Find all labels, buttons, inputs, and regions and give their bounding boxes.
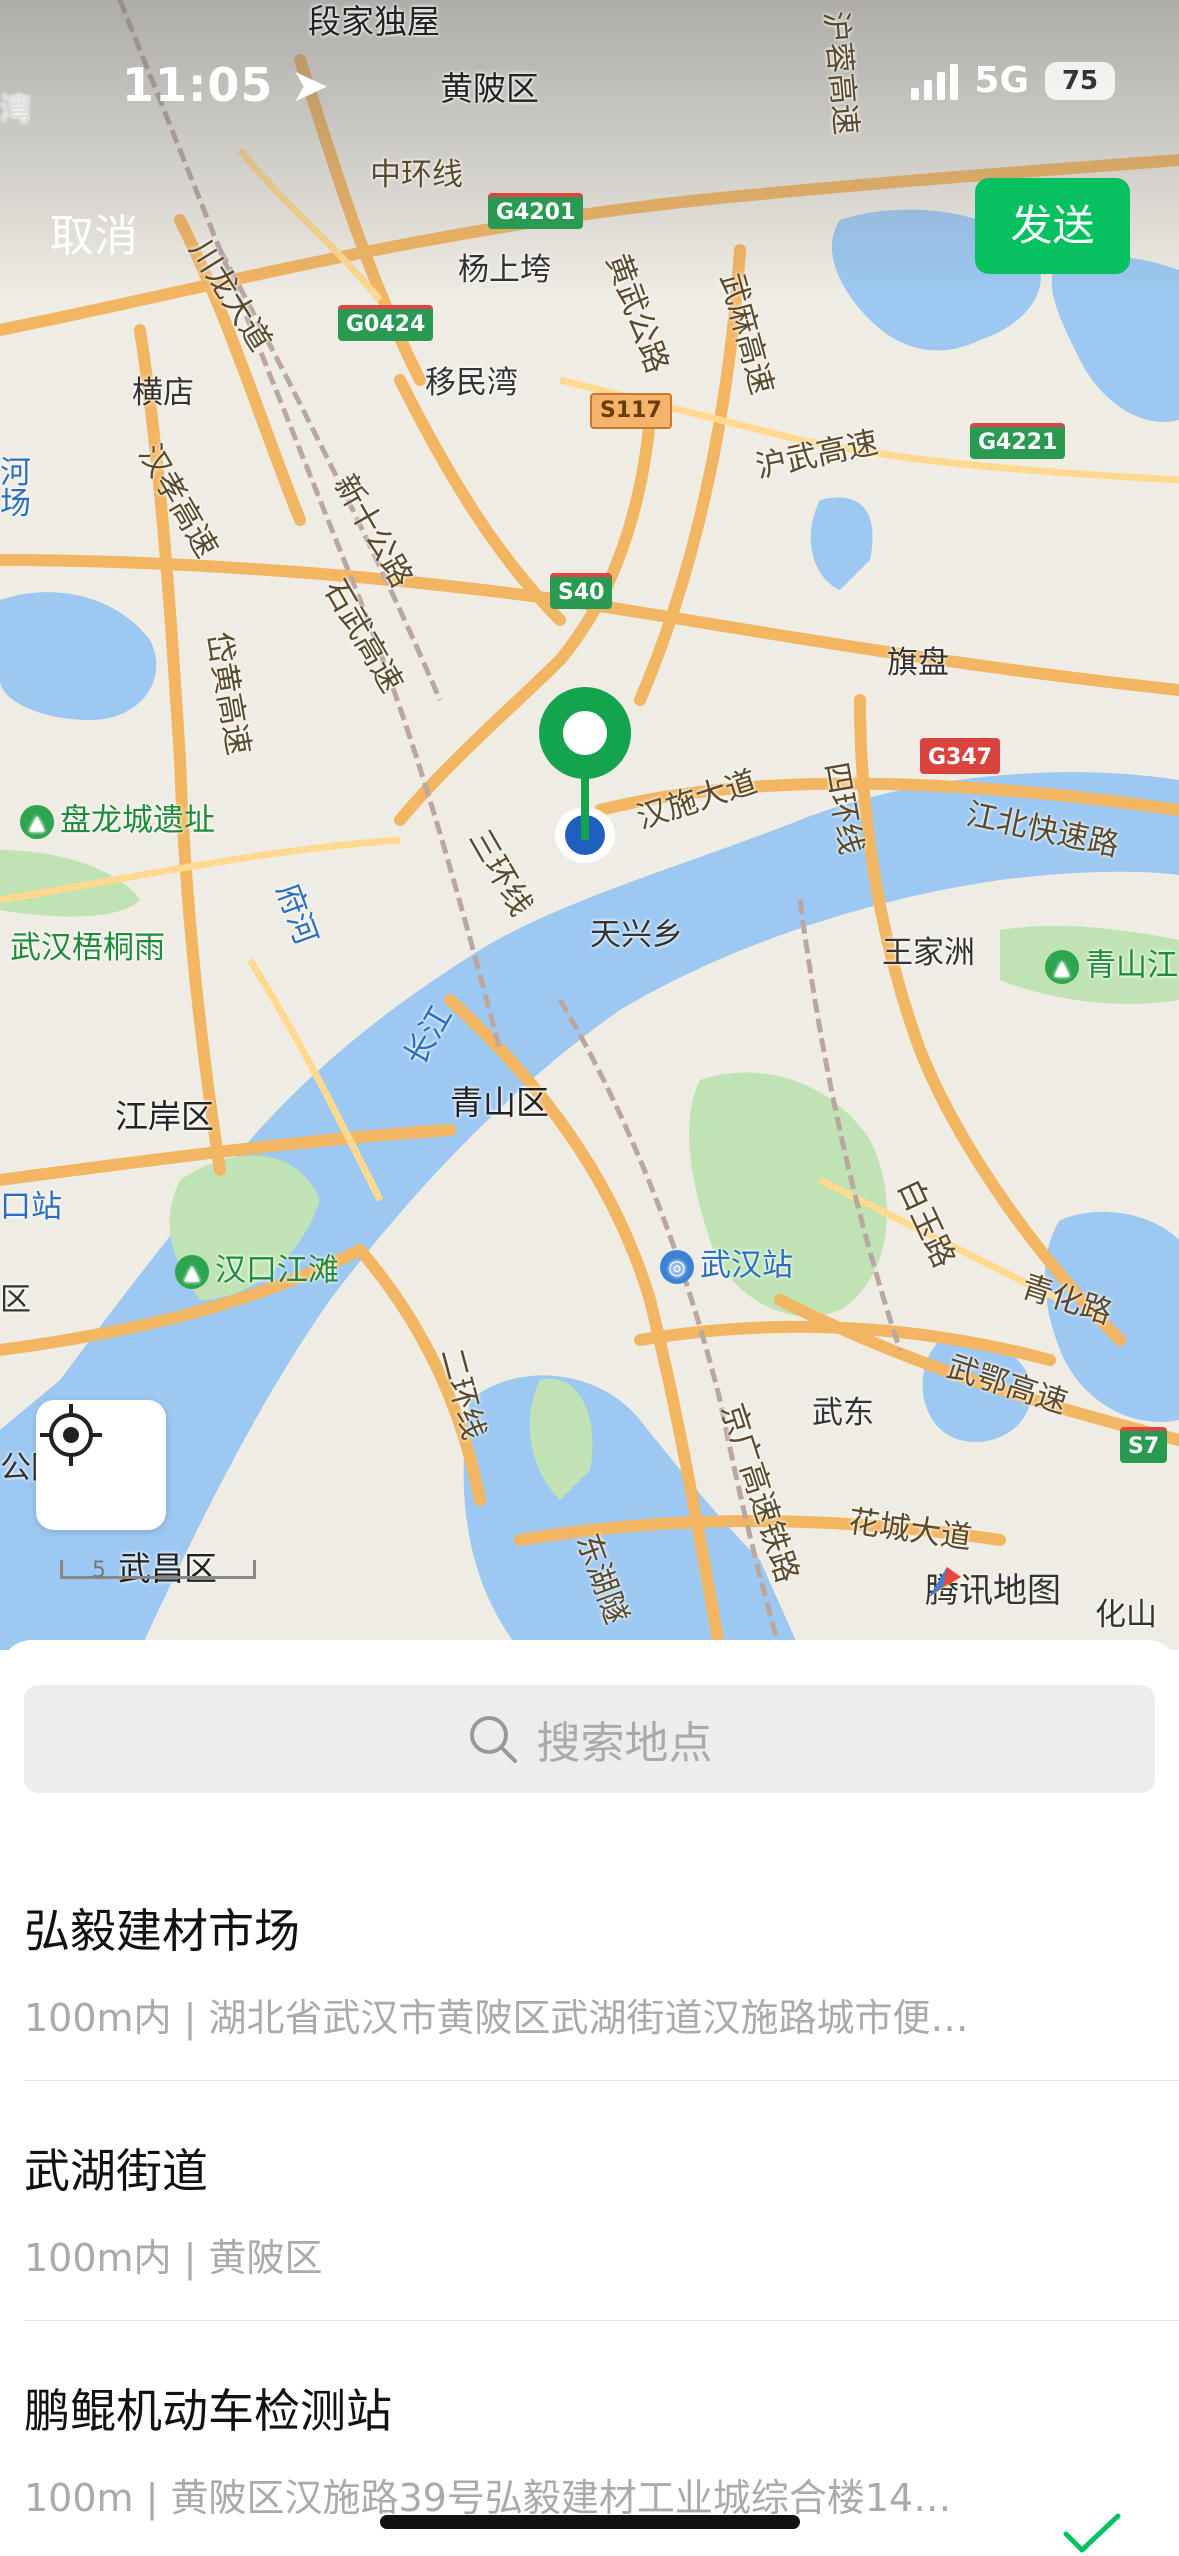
highway-shield: S117 bbox=[590, 393, 672, 430]
map-label: 青山区 bbox=[450, 1083, 549, 1122]
poi-label: ▲ 盘龙城遗址 bbox=[20, 805, 215, 839]
map-label: 口站 bbox=[0, 1189, 62, 1225]
train-station-icon: ◎ bbox=[660, 1250, 694, 1284]
poi-name: 青山江 bbox=[1085, 947, 1178, 984]
place-name: 武湖街道 bbox=[24, 2144, 208, 2198]
time-text: 11:05 bbox=[122, 58, 274, 112]
place-address: 100m | 黄陂区汉施路39号弘毅建材工业城综合楼14… bbox=[24, 2476, 952, 2520]
poi-name: 盘龙城遗址 bbox=[60, 802, 215, 839]
place-name: 弘毅建材市场 bbox=[24, 1904, 300, 1958]
park-icon: ▲ bbox=[20, 805, 54, 839]
place-address: 100m内 | 黄陂区 bbox=[24, 2236, 323, 2280]
map-label: 移民湾 bbox=[425, 365, 518, 401]
road-label: 沪蓉高速 bbox=[817, 9, 864, 137]
place-name: 鹏鲲机动车检测站 bbox=[24, 2384, 392, 2438]
checkmark-icon bbox=[1063, 2513, 1121, 2553]
poi-label: ◎ 武汉站 bbox=[660, 1250, 793, 1284]
crosshair-icon bbox=[40, 1404, 102, 1466]
map-label: 王家洲 bbox=[882, 935, 975, 971]
map-label: 江岸区 bbox=[115, 1097, 214, 1136]
road-label: 中环线 bbox=[370, 157, 463, 193]
poi-name: 武汉站 bbox=[700, 1247, 793, 1284]
divider bbox=[24, 2080, 1179, 2081]
map-scale-text: 5 bbox=[92, 1558, 106, 1583]
map-label: 段家独屋 bbox=[308, 2, 440, 41]
place-address: 100m内 | 湖北省武汉市黄陂区武湖街道汉施路城市便… bbox=[24, 1996, 969, 2040]
highway-shield: G4221 bbox=[970, 423, 1066, 460]
highway-shield: S40 bbox=[550, 573, 613, 610]
battery-icon: 75 bbox=[1045, 61, 1115, 100]
tencent-map-logo-icon bbox=[929, 1567, 961, 1597]
highway-shield: G347 bbox=[920, 738, 1000, 775]
home-indicator[interactable] bbox=[380, 2515, 800, 2529]
divider bbox=[24, 2320, 1179, 2321]
bottom-sheet: 搜索地点 弘毅建材市场 100m内 | 湖北省武汉市黄陂区武湖街道汉施路城市便…… bbox=[0, 1640, 1179, 2556]
location-arrow-icon: ➤ bbox=[290, 58, 330, 112]
signal-icon bbox=[911, 62, 959, 100]
battery-level: 75 bbox=[1061, 65, 1099, 96]
search-input[interactable]: 搜索地点 bbox=[24, 1685, 1155, 1793]
status-indicators: 5G 75 bbox=[911, 60, 1115, 101]
map-label: 化山 bbox=[1095, 1597, 1157, 1633]
status-time: 11:05 ➤ bbox=[122, 58, 330, 112]
map-label: 横店 bbox=[132, 375, 194, 411]
park-icon: ▲ bbox=[1045, 950, 1079, 984]
map-label: 旗盘 bbox=[887, 645, 949, 681]
map-label: 湾 bbox=[0, 92, 31, 128]
park-icon: ▲ bbox=[175, 1255, 209, 1289]
cancel-button[interactable]: 取消 bbox=[50, 200, 138, 264]
locate-me-button[interactable] bbox=[36, 1400, 166, 1530]
poi-name: 汉口江滩 bbox=[215, 1252, 339, 1289]
map-label: 天兴乡 bbox=[590, 917, 683, 953]
search-icon bbox=[469, 1716, 517, 1763]
highway-shield: G0424 bbox=[338, 305, 434, 342]
list-item[interactable]: 武湖街道 100m内 | 黄陂区 bbox=[24, 2135, 1155, 2282]
poi-label: ▲ 青山江 bbox=[1045, 950, 1178, 984]
map-scale-bar bbox=[60, 1560, 256, 1579]
highway-shield: G4201 bbox=[488, 193, 584, 230]
network-type: 5G bbox=[974, 60, 1029, 101]
map-label: 杨上垮 bbox=[458, 252, 551, 288]
list-item[interactable]: 弘毅建材市场 100m内 | 湖北省武汉市黄陂区武湖街道汉施路城市便… bbox=[24, 1895, 1155, 2042]
search-placeholder: 搜索地点 bbox=[536, 1718, 713, 1769]
map-brand: 腾讯地图 bbox=[925, 1563, 1061, 1612]
map-label: 黄陂区 bbox=[440, 69, 539, 108]
poi-label: 武汉梧桐雨 bbox=[10, 930, 165, 966]
send-button[interactable]: 发送 bbox=[975, 178, 1130, 274]
map-view[interactable]: 段家独屋 黄陂区 杨上垮 移民湾 横店 天兴乡 青山区 江岸区 武昌区 旗盘 王… bbox=[0, 0, 1179, 1650]
poi-label: ▲ 汉口江滩 bbox=[175, 1255, 339, 1289]
list-item-selected[interactable]: 鹏鲲机动车检测站 100m | 黄陂区汉施路39号弘毅建材工业城综合楼14… bbox=[24, 2375, 1155, 2522]
map-label: 区 bbox=[0, 1282, 31, 1318]
map-label: 河场 bbox=[0, 455, 31, 522]
highway-shield: S7 bbox=[1120, 1427, 1168, 1464]
map-label: 武东 bbox=[812, 1395, 874, 1431]
